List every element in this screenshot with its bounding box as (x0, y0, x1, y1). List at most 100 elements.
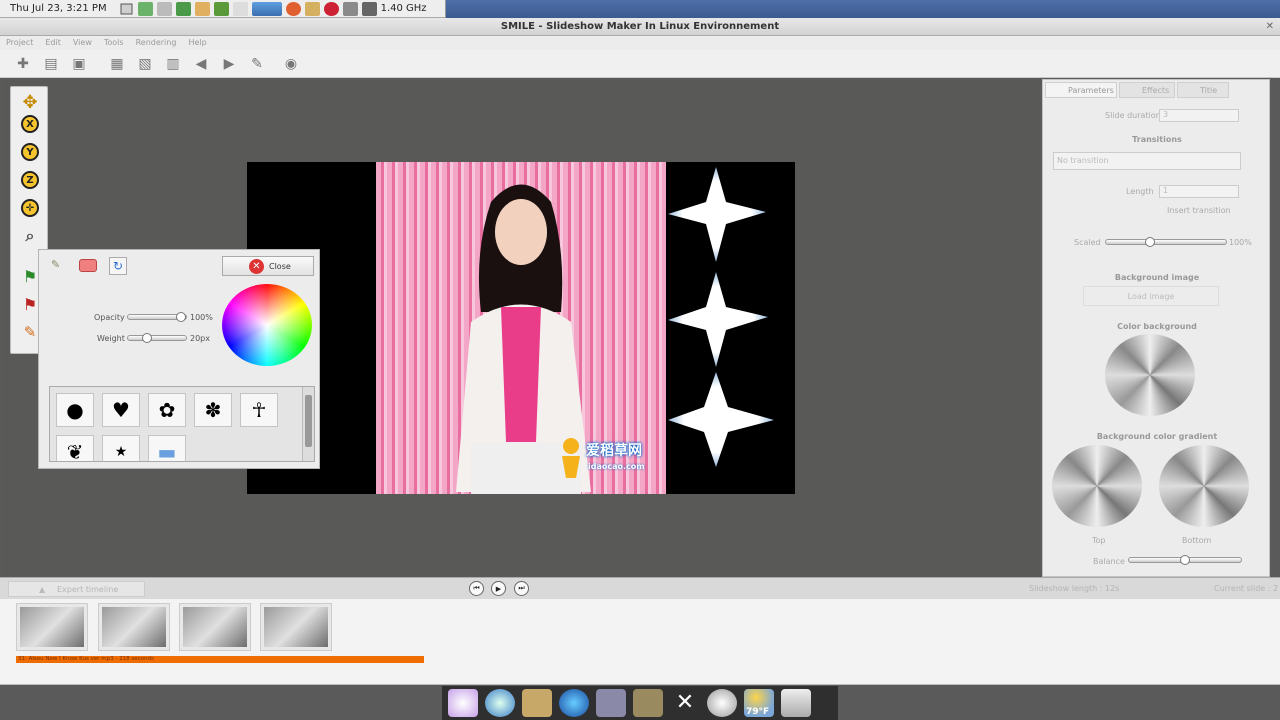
menu-tools[interactable]: Tools (104, 36, 124, 50)
firefox-icon[interactable] (285, 1, 301, 16)
document-icon[interactable] (232, 1, 248, 16)
shape-heart[interactable]: ♥ (102, 393, 140, 427)
new-project-icon[interactable]: ✚ (12, 53, 34, 75)
save-project-icon[interactable]: ▣ (68, 53, 90, 75)
transition-select[interactable]: No transition (1053, 152, 1241, 170)
tab-effects[interactable]: Effects (1119, 82, 1175, 98)
slide-thumbnail[interactable] (260, 603, 332, 651)
files-icon[interactable] (522, 689, 552, 717)
archive-icon[interactable] (633, 689, 663, 717)
tab-title[interactable]: Title (1177, 82, 1229, 98)
next-slide-icon[interactable]: ▶ (218, 53, 240, 75)
zoom-icon[interactable]: ⌕ (19, 225, 41, 247)
screen-icon[interactable] (251, 1, 282, 16)
shape-figure[interactable]: ☥ (240, 393, 278, 427)
eraser-icon[interactable] (79, 259, 97, 272)
shape-star[interactable]: ★ (102, 435, 140, 461)
expert-timeline-label: Expert timeline (57, 585, 119, 594)
menu-help[interactable]: Help (188, 36, 206, 50)
gradient-bottom-picker[interactable] (1159, 445, 1249, 527)
refresh-icon[interactable]: ↻ (109, 257, 127, 275)
add-slide-icon[interactable]: ▦ (106, 53, 128, 75)
shape-circle[interactable]: ● (56, 393, 94, 427)
drawing-panel: ✎ ↻ ✕ Close Opacity 100% Weight 20px ● ♥… (38, 249, 320, 469)
menu-project[interactable]: Project (6, 36, 33, 50)
color-background-heading: Color background (1117, 322, 1197, 331)
audio-track[interactable]: 31: Alsou New I Know Kus ver mp3 - 218 s… (16, 656, 424, 663)
search-icon[interactable] (156, 1, 172, 16)
rotate-z-button[interactable]: Z (19, 169, 41, 191)
browser-icon[interactable] (485, 689, 515, 717)
scrollbar-thumb[interactable] (305, 395, 312, 447)
globe-icon[interactable] (559, 689, 589, 717)
slide-photo[interactable]: 爱稻草网 idaocao.com (376, 162, 666, 494)
app-icon[interactable] (119, 2, 134, 16)
gradient-top-picker[interactable] (1052, 445, 1142, 527)
scaled-slider-knob[interactable] (1144, 237, 1155, 247)
tab-parameters[interactable]: Parameters (1045, 82, 1117, 98)
chat-icon[interactable] (596, 689, 626, 717)
clock-icon[interactable] (707, 689, 737, 717)
editor-icon[interactable] (304, 1, 320, 16)
first-slide-button[interactable]: ⏮ (469, 581, 484, 596)
color-background-picker[interactable] (1105, 334, 1195, 416)
balance-slider[interactable] (1128, 555, 1242, 565)
slide-thumbnail[interactable] (16, 603, 88, 651)
shape-ornament[interactable]: ❦ (56, 435, 94, 461)
duplicate-slide-icon[interactable]: ▧ (134, 53, 156, 75)
window-close-button[interactable]: ✕ (1266, 18, 1274, 36)
previous-slide-icon[interactable]: ◀ (190, 53, 212, 75)
slide-duration-input[interactable]: 3 (1159, 109, 1239, 122)
menu-view[interactable]: View (73, 36, 92, 50)
play-button[interactable]: ▶ (491, 581, 506, 596)
close-button[interactable]: ✕ Close (222, 256, 314, 276)
last-slide-button[interactable]: ⏭ (514, 581, 529, 596)
thumbnail-image (20, 607, 84, 647)
shape-folder[interactable]: ▬ (148, 435, 186, 461)
scaled-value: 100% (1229, 238, 1252, 247)
trash-icon[interactable] (781, 689, 811, 717)
balance-slider-knob[interactable] (1180, 555, 1190, 565)
debian-icon[interactable] (323, 1, 339, 16)
background-image-heading: Background image (1114, 273, 1200, 282)
delete-slide-icon[interactable]: ▥ (162, 53, 184, 75)
open-project-icon[interactable]: ▤ (40, 53, 62, 75)
weight-slider-knob[interactable] (142, 333, 153, 343)
shape-flower[interactable]: ✿ (148, 393, 186, 427)
opacity-slider[interactable] (127, 312, 187, 322)
expert-timeline-button[interactable]: ▲ Expert timeline (8, 581, 145, 597)
center-button[interactable]: ✛ (19, 197, 41, 219)
terminal-icon[interactable] (175, 1, 191, 16)
pencil-icon[interactable]: ✎ (51, 258, 67, 274)
rotate-y-button[interactable]: Y (19, 141, 41, 163)
shape-library-scrollbar[interactable] (302, 387, 314, 461)
weather-icon[interactable]: 79°F (744, 689, 774, 717)
menu-edit[interactable]: Edit (45, 36, 61, 50)
insert-transition-link[interactable]: Insert transition (1167, 206, 1231, 215)
edit-icon[interactable]: ✎ (246, 53, 268, 75)
current-slide: Current slide : 2 (1214, 584, 1279, 593)
slide-thumbnail[interactable] (179, 603, 251, 651)
length-input[interactable]: 1 (1159, 185, 1239, 198)
eject-icon[interactable] (342, 1, 358, 16)
opacity-slider-knob[interactable] (176, 312, 186, 322)
rotate-x-button[interactable]: X (19, 113, 41, 135)
render-icon[interactable]: ◉ (280, 53, 302, 75)
move-icon[interactable]: ✥ (19, 91, 41, 113)
slide-thumbnail[interactable] (98, 603, 170, 651)
clock[interactable]: Thu Jul 23, 3:21 PM (10, 3, 107, 14)
x-axis-icon: X (21, 115, 39, 133)
shape-blossom[interactable]: ✽ (194, 393, 232, 427)
close-window-icon[interactable]: ✕ (670, 689, 700, 717)
load-image-button[interactable]: Load image (1083, 286, 1219, 306)
folder-icon[interactable] (194, 1, 210, 16)
menu-rendering[interactable]: Rendering (136, 36, 177, 50)
color-wheel[interactable] (222, 284, 312, 366)
opacity-value: 100% (190, 313, 213, 322)
menu-icon[interactable] (448, 689, 478, 717)
thumbnail-image (183, 607, 247, 647)
network-icon[interactable] (137, 1, 153, 16)
scaled-slider[interactable] (1105, 237, 1227, 247)
workspace-icon[interactable] (213, 1, 229, 16)
weight-slider[interactable] (127, 333, 187, 343)
